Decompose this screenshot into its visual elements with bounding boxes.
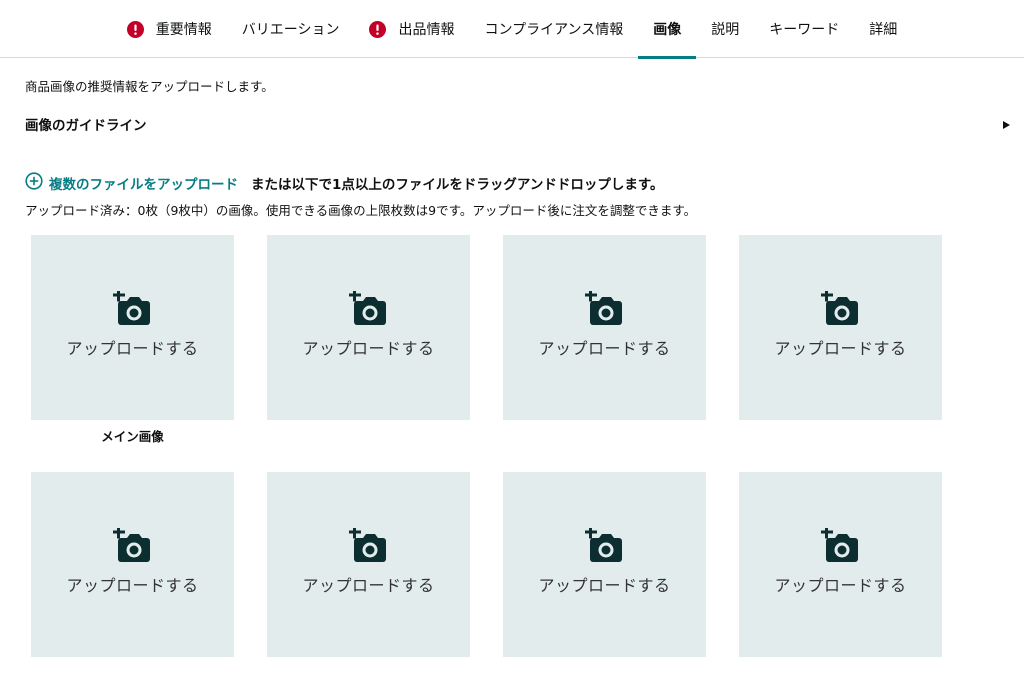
slot-label: アップロードする <box>302 338 435 358</box>
tab-label: キーワード <box>769 22 840 38</box>
tab-label: 詳細 <box>869 22 898 38</box>
add-photo-icon <box>347 525 389 570</box>
image-slot[interactable]: アップロードする <box>31 472 234 657</box>
image-slot[interactable]: アップロードする <box>503 235 706 420</box>
tab-description[interactable]: 説明 <box>696 0 754 58</box>
add-photo-icon <box>583 525 625 570</box>
image-slot[interactable]: アップロードする <box>739 472 942 657</box>
image-slot[interactable]: アップロードする <box>267 235 470 420</box>
tab-label: 説明 <box>711 22 740 38</box>
tab-key-info[interactable]: 重要情報 <box>112 0 227 58</box>
tab-list: 重要情報 バリエーション 出品情報 コンプライアンス情報 画像 説明 キーワード… <box>0 0 1024 59</box>
image-guidelines-toggle[interactable]: 画像のガイドライン <box>25 113 1011 135</box>
image-slot-main[interactable]: アップロードする <box>31 235 234 420</box>
intro-text: 商品画像の推奨情報をアップロードします。 <box>25 79 274 94</box>
slot-label: アップロードする <box>66 575 199 595</box>
image-slot[interactable]: アップロードする <box>503 472 706 657</box>
tab-bar: 重要情報 バリエーション 出品情報 コンプライアンス情報 画像 説明 キーワード… <box>0 0 1024 59</box>
slot-label: アップロードする <box>538 575 671 595</box>
upload-multiple-files-link[interactable]: 複数のファイルをアップロード <box>25 172 238 194</box>
tab-details[interactable]: 詳細 <box>854 0 912 58</box>
tab-offer[interactable]: 出品情報 <box>354 0 469 58</box>
tab-keywords[interactable]: キーワード <box>754 0 854 58</box>
slot-label: アップロードする <box>66 338 199 358</box>
slot-label: アップロードする <box>774 575 907 595</box>
upload-row: 複数のファイルをアップロード または以下で1点以上のファイルをドラッグアンドドロ… <box>25 172 664 194</box>
add-photo-icon <box>111 525 153 570</box>
upload-link-label: 複数のファイルをアップロード <box>49 177 238 193</box>
plus-circle-icon <box>25 172 49 194</box>
upload-status-text: アップロード済み：0枚（9枚中）の画像。使用できる画像の上限枚数は9です。アップ… <box>25 203 697 218</box>
image-slot[interactable]: アップロードする <box>267 472 470 657</box>
image-slot[interactable]: アップロードする <box>739 235 942 420</box>
tab-variations[interactable]: バリエーション <box>227 0 355 58</box>
alert-icon <box>369 20 387 38</box>
add-photo-icon <box>819 288 861 333</box>
caret-right-icon <box>1001 115 1011 134</box>
tab-label: バリエーション <box>241 22 340 38</box>
tab-label: 出品情報 <box>398 22 455 38</box>
tab-label: コンプライアンス情報 <box>484 22 624 38</box>
add-photo-icon <box>819 525 861 570</box>
add-photo-icon <box>111 288 153 333</box>
add-photo-icon <box>347 288 389 333</box>
add-photo-icon <box>583 288 625 333</box>
slot-label: アップロードする <box>302 575 435 595</box>
tab-label: 画像 <box>653 22 682 38</box>
tab-compliance[interactable]: コンプライアンス情報 <box>469 0 638 58</box>
tab-images[interactable]: 画像 <box>638 0 697 59</box>
tab-label: 重要情報 <box>155 22 212 38</box>
alert-icon <box>126 20 144 38</box>
drag-drop-text: または以下で1点以上のファイルをドラッグアンドドロップします。 <box>251 177 664 193</box>
main-image-label: メイン画像 <box>101 429 164 444</box>
guidelines-title: 画像のガイドライン <box>25 118 147 134</box>
slot-label: アップロードする <box>538 338 671 358</box>
slot-label: アップロードする <box>774 338 907 358</box>
